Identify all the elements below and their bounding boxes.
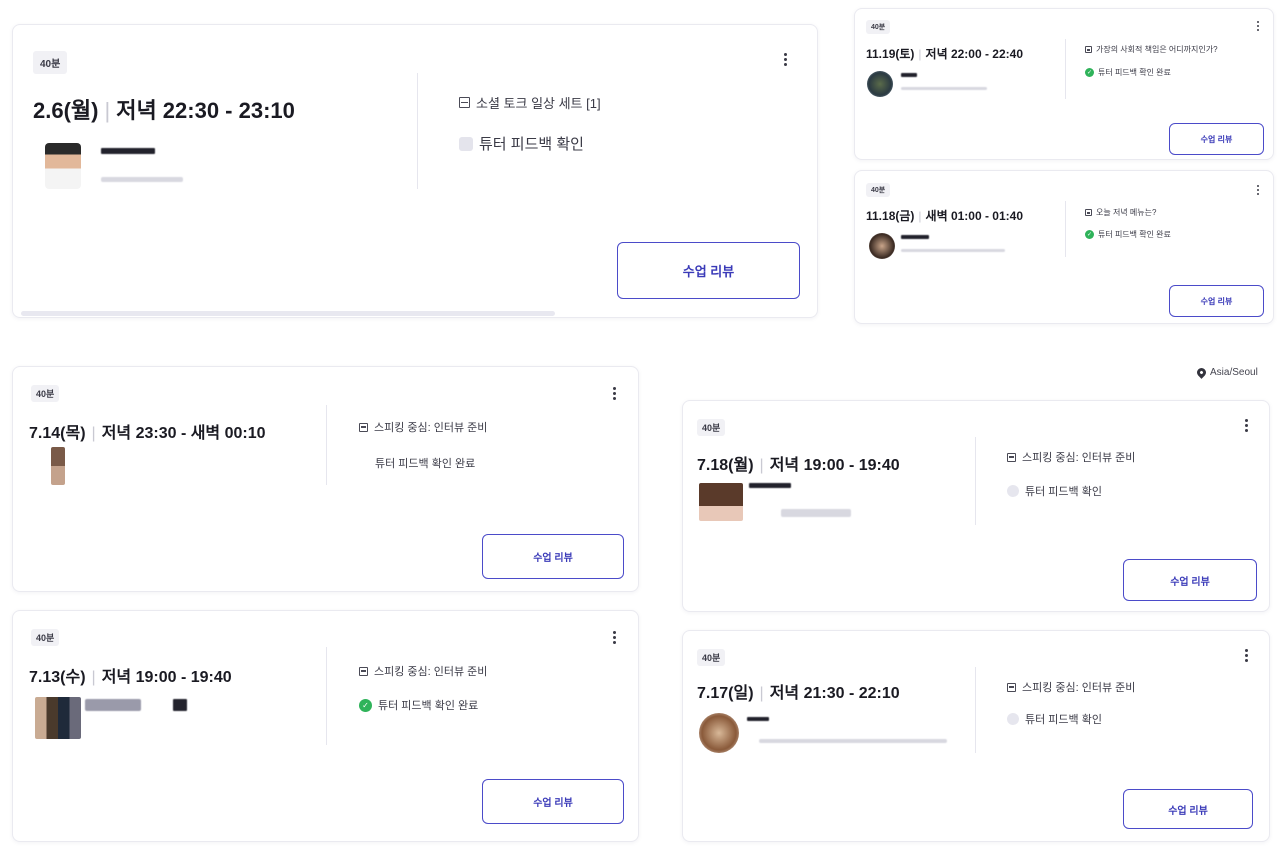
lesson-datetime: 2.6(월) | 저녁 22:30 - 23:10 xyxy=(33,98,295,123)
duration-badge: 40분 xyxy=(697,649,726,666)
tutor-name xyxy=(749,483,791,488)
tutor-name xyxy=(901,235,929,239)
feedback-status: 튜터 피드백 확인 완료 xyxy=(375,458,476,470)
more-options-icon[interactable] xyxy=(1243,419,1249,432)
document-icon xyxy=(459,97,470,108)
lesson-review-button[interactable]: 수업 리뷰 xyxy=(1123,789,1253,829)
tutor-avatar xyxy=(35,697,81,739)
tutor-info xyxy=(901,87,987,90)
duration-badge: 40분 xyxy=(31,385,60,402)
tutor-name xyxy=(85,699,141,711)
feedback-status: 튜터 피드백 확인 xyxy=(1007,711,1102,727)
document-icon xyxy=(1085,209,1092,216)
document-icon xyxy=(1007,452,1016,462)
lesson-topic: 스피킹 중심: 인터뷰 준비 xyxy=(1007,449,1135,465)
horizontal-scrollbar[interactable] xyxy=(21,311,555,316)
lesson-review-button[interactable]: 수업 리뷰 xyxy=(482,779,624,824)
check-circle-icon: ✓ xyxy=(359,698,372,712)
tutor-info xyxy=(759,739,947,743)
thumbs-up-icon xyxy=(459,136,473,151)
more-options-icon[interactable] xyxy=(611,631,617,644)
tutor-avatar xyxy=(867,71,893,97)
lesson-review-button[interactable]: 수업 리뷰 xyxy=(1169,285,1264,317)
tutor-avatar xyxy=(869,233,895,259)
feedback-status: ✓ 튜터 피드백 확인 완료 xyxy=(1085,68,1171,77)
tutor-name xyxy=(901,73,917,77)
tutor-name xyxy=(747,717,769,721)
feedback-status: ✓ 튜터 피드백 확인 완료 xyxy=(1085,230,1171,239)
tutor-avatar xyxy=(699,483,743,521)
more-options-icon[interactable] xyxy=(782,53,788,66)
duration-badge: 40분 xyxy=(33,51,68,74)
tutor-info xyxy=(101,177,183,182)
lesson-review-button[interactable]: 수업 리뷰 xyxy=(1123,559,1257,601)
lesson-topic: 스피킹 중심: 인터뷰 준비 xyxy=(359,419,487,435)
document-icon xyxy=(359,422,368,432)
more-options-icon[interactable] xyxy=(1255,185,1261,195)
lesson-card: 40분 7.17(일) | 저녁 21:30 - 22:10 스피킹 중심: 인터뷰… xyxy=(682,630,1270,842)
lesson-datetime: 7.18(월) | 저녁 19:00 - 19:40 xyxy=(697,457,900,474)
tutor-avatar xyxy=(699,713,739,753)
tutor-avatar xyxy=(51,447,65,485)
lesson-card: 40분 2.6(월) | 저녁 22:30 - 23:10 소셜 토크 일상 세트 … xyxy=(12,24,818,318)
lesson-review-button[interactable]: 수업 리뷰 xyxy=(1169,123,1264,155)
lesson-topic: 가장의 사회적 책임은 어디까지인가? xyxy=(1085,44,1218,55)
check-circle-icon: ✓ xyxy=(1085,68,1094,77)
lesson-datetime: 11.19(토) | 저녁 22:00 - 22:40 xyxy=(866,47,1023,61)
more-options-icon[interactable] xyxy=(1255,21,1261,31)
lesson-card: 40분 11.18(금) | 새벽 01:00 - 01:40 오늘 저녁 메뉴는?… xyxy=(854,170,1274,324)
lesson-datetime: 11.18(금) | 새벽 01:00 - 01:40 xyxy=(866,209,1023,223)
lesson-card: 40분 11.19(토) | 저녁 22:00 - 22:40 가장의 사회적 책임… xyxy=(854,8,1274,160)
empty-circle-icon xyxy=(1007,485,1019,497)
feedback-status: 튜터 피드백 확인 xyxy=(1007,483,1102,499)
document-icon xyxy=(359,666,368,676)
lesson-datetime: 7.17(일) | 저녁 21:30 - 22:10 xyxy=(697,685,900,702)
lesson-card: 40분 7.18(월) | 저녁 19:00 - 19:40 스피킹 중심: 인터뷰… xyxy=(682,400,1270,612)
check-circle-icon: ✓ xyxy=(1085,230,1094,239)
lesson-topic: 스피킹 중심: 인터뷰 준비 xyxy=(359,663,487,679)
feedback-status: ✓ 튜터 피드백 확인 완료 xyxy=(359,697,478,713)
feedback-status: 튜터 피드백 확인 xyxy=(459,133,584,154)
empty-circle-icon xyxy=(1007,713,1019,725)
timezone-label: Asia/Seoul xyxy=(1195,366,1258,379)
duration-badge: 40분 xyxy=(31,629,60,646)
more-options-icon[interactable] xyxy=(611,387,617,400)
lesson-datetime: 7.14(목) | 저녁 23:30 - 새벽 00:10 xyxy=(29,425,266,442)
document-icon xyxy=(1085,46,1092,53)
duration-badge: 40분 xyxy=(866,183,891,197)
lesson-topic: 스피킹 중심: 인터뷰 준비 xyxy=(1007,679,1135,695)
duration-badge: 40분 xyxy=(866,20,891,34)
duration-badge: 40분 xyxy=(697,419,726,436)
tutor-info xyxy=(173,699,187,711)
tutor-name xyxy=(101,148,155,154)
tutor-info xyxy=(781,509,851,517)
lesson-topic: 오늘 저녁 메뉴는? xyxy=(1085,207,1156,218)
lesson-topic: 소셜 토크 일상 세트 [1] xyxy=(459,93,601,112)
map-pin-icon xyxy=(1195,366,1208,379)
document-icon xyxy=(1007,682,1016,692)
more-options-icon[interactable] xyxy=(1243,649,1249,662)
tutor-info xyxy=(901,249,1005,252)
lesson-review-button[interactable]: 수업 리뷰 xyxy=(617,242,800,299)
lesson-datetime: 7.13(수) | 저녁 19:00 - 19:40 xyxy=(29,669,232,686)
lesson-card: 40분 7.14(목) | 저녁 23:30 - 새벽 00:10 스피킹 중심: … xyxy=(12,366,639,592)
tutor-avatar xyxy=(45,143,81,189)
lesson-review-button[interactable]: 수업 리뷰 xyxy=(482,534,624,579)
lesson-card: 40분 7.13(수) | 저녁 19:00 - 19:40 스피킹 중심: 인터뷰… xyxy=(12,610,639,842)
